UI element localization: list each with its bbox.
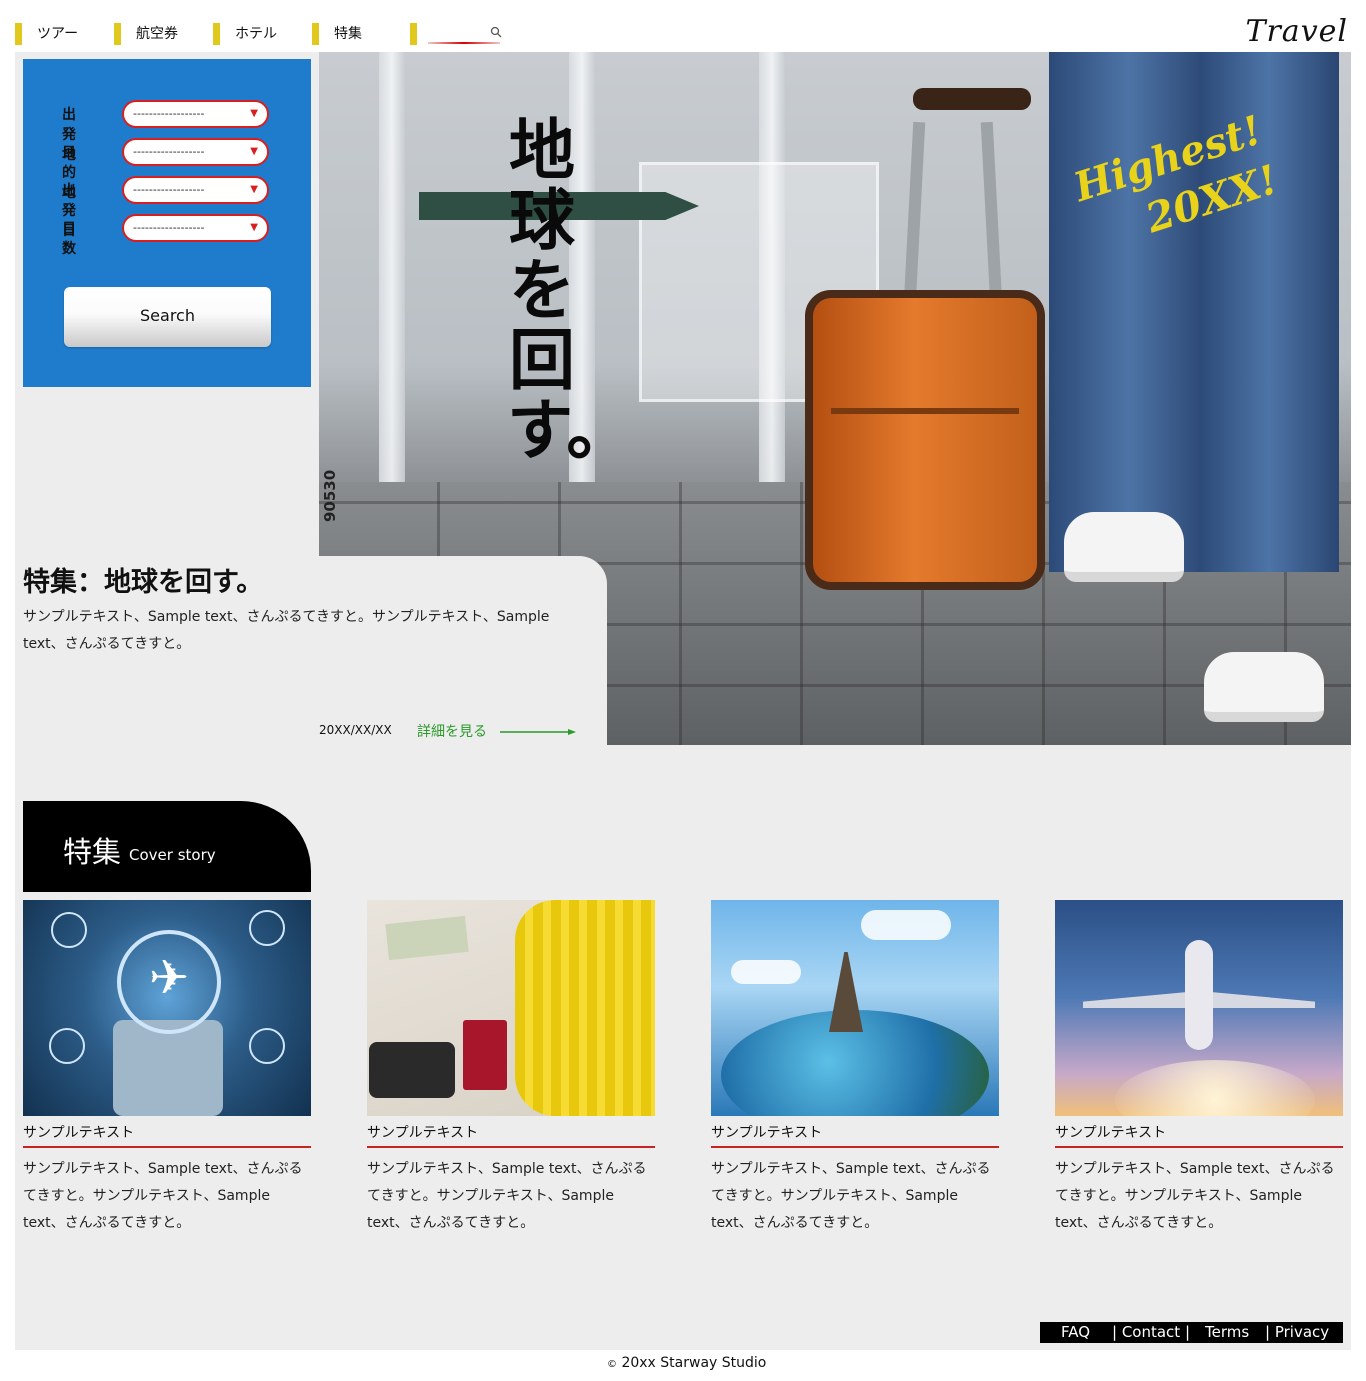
footer-link-contact[interactable]: | Contact | [1112,1322,1190,1343]
card-text: サンプルテキスト、Sample text、さんぷるてきすと。サンプルテキスト、S… [1055,1161,1335,1231]
footer-link-privacy[interactable]: | Privacy [1265,1322,1329,1343]
nav-item-feature[interactable]: 特集 [312,23,362,45]
days-select[interactable]: ------------------ ▼ [122,214,269,242]
passport [463,1020,507,1090]
card-text: サンプルテキスト、Sample text、さんぷるてきすと。サンプルテキスト、S… [711,1161,991,1231]
tech-node [49,1028,85,1064]
footer-link-faq[interactable]: FAQ [1061,1322,1090,1343]
cloud [731,960,801,984]
copyright-icon: © [607,1359,617,1370]
select-value: ------------------ [133,221,205,234]
dropdown-arrow-icon: ▼ [250,108,258,119]
nav-search[interactable] [410,23,510,45]
footer-links: FAQ | Contact | Terms | Privacy [1040,1322,1343,1343]
select-value: ------------------ [133,145,205,158]
nav-item-flights[interactable]: 航空券 [114,23,178,45]
camera [369,1042,455,1098]
brand-logo[interactable]: Travel [1245,14,1348,49]
dropdown-arrow-icon: ▼ [250,146,258,157]
select-value: ------------------ [133,183,205,196]
hero-headline: 地球を回す。 [507,112,633,469]
date-select[interactable]: ------------------ ▼ [122,176,269,204]
card-caption: サンプルテキスト [23,1122,311,1148]
card-image-tech[interactable]: ✈ [23,900,311,1116]
nav-item-tour[interactable]: ツアー [15,23,78,45]
dropdown-arrow-icon: ▼ [250,184,258,195]
nav-divider [410,23,417,45]
read-more-link[interactable]: 詳細を見る [417,721,487,741]
sneaker [1204,652,1324,722]
card-caption: サンプルテキスト [711,1122,999,1148]
feature-date: 20XX/XX/XX [319,723,392,737]
destination-select[interactable]: ------------------ ▼ [122,138,269,166]
hero-code: 90530 [321,469,339,522]
search-button[interactable]: Search [64,287,271,347]
dropdown-arrow-icon: ▼ [250,222,258,233]
card-caption: サンプルテキスト [1055,1122,1343,1148]
airplane-body [1185,940,1213,1050]
copyright-text: 20xx Starway Studio [621,1355,767,1371]
tech-node [51,912,87,948]
card-image-travel-items[interactable] [367,900,655,1116]
airplane-icon: ✈ [148,950,190,1006]
article-card[interactable]: サンプルテキスト サンプルテキスト、Sample text、さんぷるてきすと。サ… [711,900,999,1237]
phone [113,1020,223,1116]
search-underline [428,42,500,44]
card-image-world[interactable] [711,900,999,1116]
arrow-right-icon[interactable] [500,727,576,737]
search-panel: 出発地 ------------------ ▼ 目的地 ------------… [23,59,311,387]
hero-pillar [379,52,405,492]
suitcase-grip [913,88,1031,110]
article-card[interactable]: ✈ サンプルテキスト サンプルテキスト、Sample text、さんぷるてきすと… [23,900,311,1237]
tech-node [249,1028,285,1064]
card-caption: サンプルテキスト [367,1122,655,1148]
footer-link-terms[interactable]: Terms [1205,1322,1249,1343]
tech-node [249,910,285,946]
section-title-en: Cover story [129,846,216,864]
article-card[interactable]: サンプルテキスト サンプルテキスト、Sample text、さんぷるてきすと。サ… [1055,900,1343,1237]
eiffel-tower [829,952,863,1032]
sun-glow [1115,1060,1315,1116]
sneaker [1064,512,1184,582]
cloud [861,910,951,940]
card-text: サンプルテキスト、Sample text、さんぷるてきすと。サンプルテキスト、S… [367,1161,647,1231]
copyright: © 20xx Starway Studio [607,1355,766,1371]
feature-text: サンプルテキスト、Sample text、さんぷるてきすと。サンプルテキスト、S… [23,609,550,652]
field-label: 日数 [62,221,76,257]
section-header: 特集 Cover story [23,801,311,892]
card-image-airplane[interactable] [1055,900,1343,1116]
article-card[interactable]: サンプルテキスト サンプルテキスト、Sample text、さんぷるてきすと。サ… [367,900,655,1237]
yellow-suitcase [515,900,655,1116]
feature-title: 特集：地球を回す。 [23,567,264,598]
section-title-jp: 特集 [63,835,122,869]
departure-select[interactable]: ------------------ ▼ [122,100,269,128]
top-nav: ツアー 航空券 ホテル 特集 [15,18,1351,48]
suitcase [805,290,1045,590]
card-text: サンプルテキスト、Sample text、さんぷるてきすと。サンプルテキスト、S… [23,1161,303,1231]
banknotes [385,915,469,961]
nav-item-hotel[interactable]: ホテル [213,23,277,45]
search-icon[interactable] [490,26,502,38]
select-value: ------------------ [133,107,205,120]
